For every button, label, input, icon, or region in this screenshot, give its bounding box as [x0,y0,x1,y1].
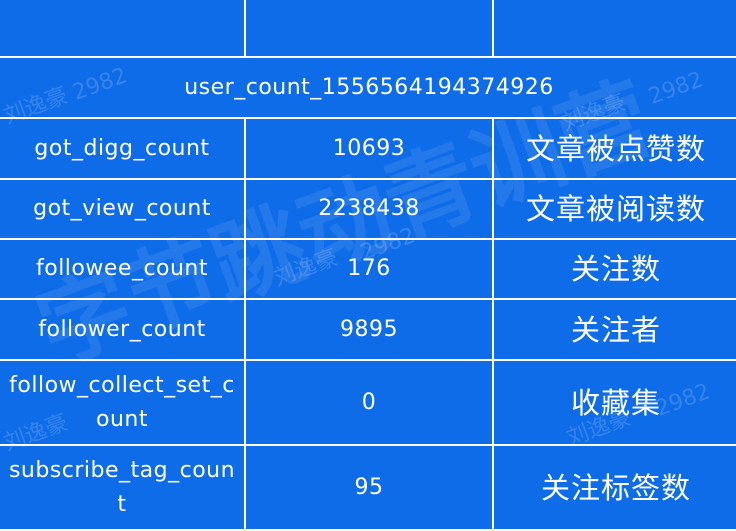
table-header-row [0,0,736,58]
data-table: user_count_1556564194374926 got_digg_cou… [0,0,736,531]
table-row: subscribe_tag_count 95 关注标签数 [0,444,736,531]
field-name: subscribe_tag_count [0,444,246,531]
field-value: 9895 [244,298,494,361]
field-value: 0 [244,359,494,446]
field-meaning: 文章被点赞数 [492,117,736,180]
table-row: got_digg_count 10693 文章被点赞数 [0,117,736,180]
field-name: followee_count [0,238,246,300]
field-meaning: 关注数 [492,238,736,300]
table-row: follow_collect_set_count 0 收藏集 [0,359,736,446]
field-value: 10693 [244,117,494,180]
header-cell-1 [0,0,246,58]
field-value: 95 [244,444,494,531]
table-row: got_view_count 2238438 文章被阅读数 [0,178,736,240]
field-name: follower_count [0,298,246,361]
table-row: followee_count 176 关注数 [0,238,736,300]
field-name: follow_collect_set_count [0,359,246,446]
field-meaning: 收藏集 [492,359,736,446]
user-count-row: user_count_1556564194374926 [0,56,736,119]
table-row: follower_count 9895 关注者 [0,298,736,361]
field-meaning: 文章被阅读数 [492,178,736,240]
field-value: 176 [244,238,494,300]
user-count-cell: user_count_1556564194374926 [0,56,736,119]
field-meaning: 关注者 [492,298,736,361]
header-cell-3 [492,0,736,58]
field-value: 2238438 [244,178,494,240]
field-name: got_digg_count [0,117,246,180]
field-name: got_view_count [0,178,246,240]
field-meaning: 关注标签数 [492,444,736,531]
header-cell-2 [244,0,494,58]
